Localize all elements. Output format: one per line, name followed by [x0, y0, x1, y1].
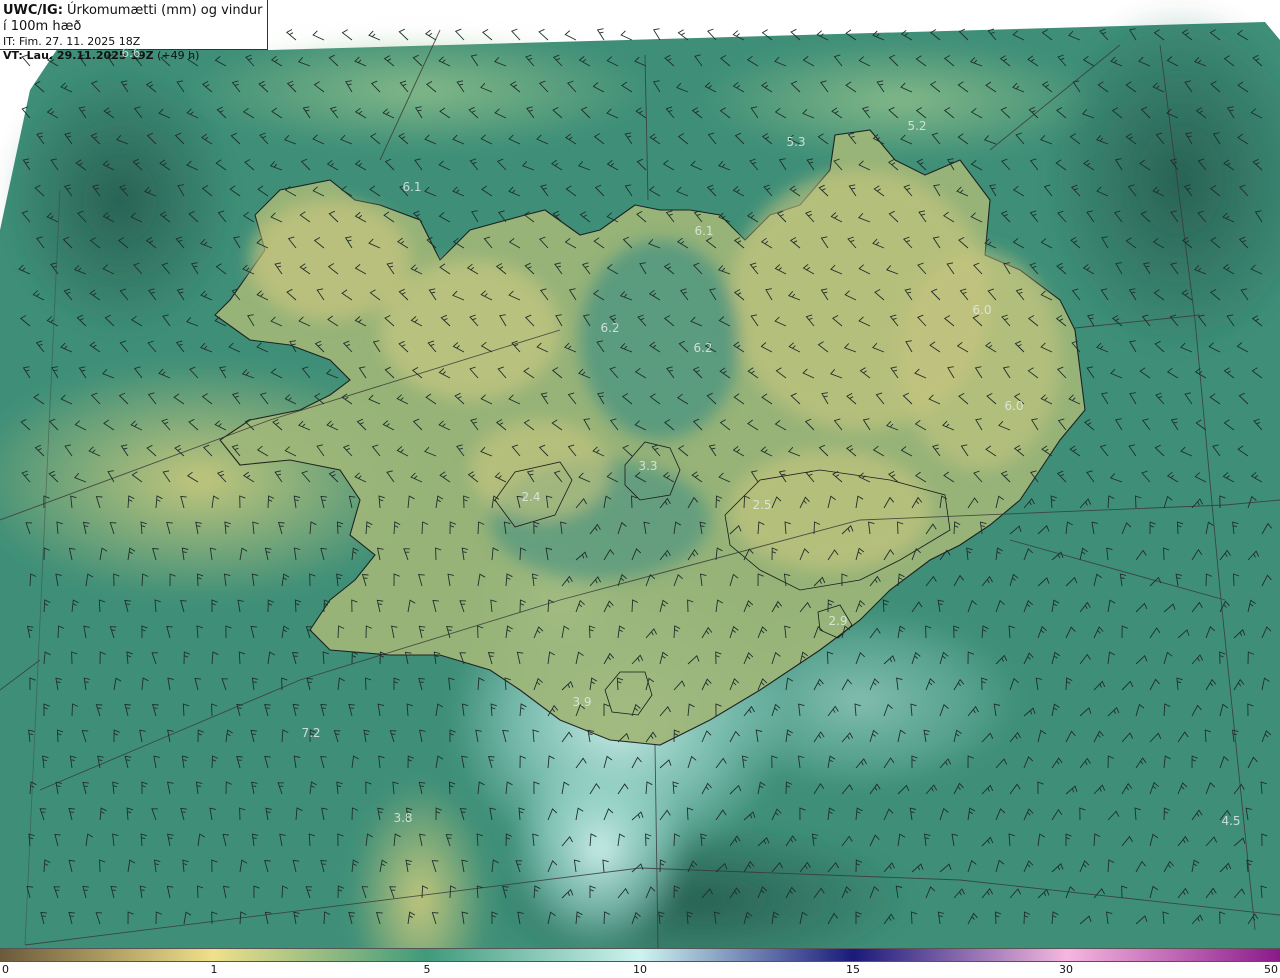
colorbar-tick: 0 — [2, 963, 9, 976]
value-label: 3.3 — [638, 459, 658, 473]
value-label: 4.5 — [1221, 814, 1241, 828]
value-label: 7.2 — [301, 726, 321, 740]
colorbar-tick: 5 — [423, 963, 431, 976]
colorbar-tick: 15 — [846, 963, 860, 976]
value-label: 2.9 — [828, 614, 848, 628]
colorbar-tick: 30 — [1059, 963, 1073, 976]
value-label: 6.1 — [402, 180, 422, 194]
value-label: 5.2 — [907, 119, 927, 133]
value-label: 6.6 — [121, 46, 141, 60]
value-label: 6.1 — [694, 224, 714, 238]
model-name: UWC/IG: — [3, 3, 63, 18]
value-label: 6.2 — [693, 341, 713, 355]
colorbar-tick: 1 — [210, 963, 218, 976]
colorbar-tick: 50 — [1264, 963, 1278, 976]
value-label: 2.4 — [521, 490, 541, 504]
value-label: 2.5 — [752, 498, 772, 512]
map-header: UWC/IG: Úrkomumætti (mm) og vindur í 100… — [0, 0, 268, 62]
value-label: 6.0 — [1004, 399, 1024, 413]
colorbar-tick: 10 — [633, 963, 647, 976]
lead-time: (+49 h) — [153, 49, 200, 62]
precipitation-wind-map — [0, 0, 1280, 948]
value-label: 6.0 — [972, 303, 992, 317]
value-label: 3.9 — [572, 695, 592, 709]
value-label: 5.3 — [786, 135, 806, 149]
value-label: 6.2 — [600, 321, 620, 335]
value-label: 3.8 — [393, 811, 413, 825]
colorbar — [0, 948, 1280, 962]
map-area[interactable]: UWC/IG: Úrkomumætti (mm) og vindur í 100… — [0, 0, 1280, 948]
